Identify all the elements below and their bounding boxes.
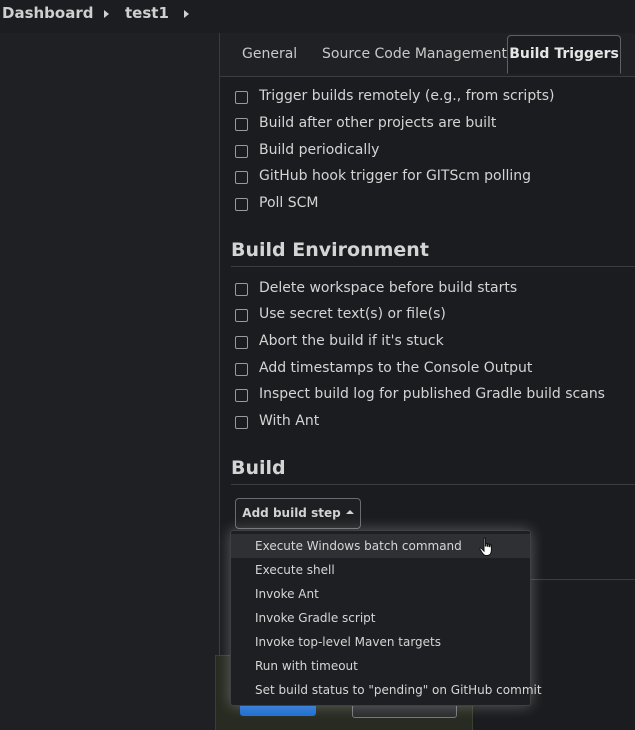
menu-item-invoke-ant[interactable]: Invoke Ant xyxy=(231,582,530,606)
menu-item-invoke-maven[interactable]: Invoke top-level Maven targets xyxy=(231,630,530,654)
option-label: Inspect build log for published Gradle b… xyxy=(259,386,605,402)
checkbox[interactable] xyxy=(235,171,248,184)
option-label: Build after other projects are built xyxy=(259,115,497,131)
option-label: Add timestamps to the Console Output xyxy=(259,360,533,376)
caret-up-icon xyxy=(345,509,354,514)
option-label: GitHub hook trigger for GITScm polling xyxy=(259,168,532,184)
breadcrumb-job-link[interactable]: test1 xyxy=(125,4,169,22)
hand-pointer-icon xyxy=(479,537,492,556)
app-root: Dashboard test1 General Source Code Mana… xyxy=(0,0,635,730)
checkbox[interactable] xyxy=(235,198,248,211)
menu-item-label: Invoke Gradle script xyxy=(255,611,376,625)
menu-item-label: Run with timeout xyxy=(255,659,358,673)
option-label: Abort the build if it's stuck xyxy=(259,333,444,349)
checkbox[interactable] xyxy=(235,118,248,131)
option-label: Build periodically xyxy=(259,142,380,158)
menu-item-execute-shell[interactable]: Execute shell xyxy=(231,558,530,582)
option-label: Trigger builds remotely (e.g., from scri… xyxy=(259,88,555,104)
add-build-step-button[interactable]: Add build step xyxy=(235,498,361,529)
breadcrumb-arrow-icon[interactable] xyxy=(184,10,189,18)
menu-item-label: Set build status to "pending" on GitHub … xyxy=(255,683,542,697)
menu-item-label: Invoke top-level Maven targets xyxy=(255,635,441,649)
breadcrumb-dashboard-link[interactable]: Dashboard xyxy=(2,4,93,22)
checkbox[interactable] xyxy=(235,283,248,296)
checkbox[interactable] xyxy=(235,389,248,402)
breadcrumb: Dashboard test1 xyxy=(0,0,635,33)
config-tabs: General Source Code Management Build Tri… xyxy=(220,33,635,77)
add-build-step-label: Add build step xyxy=(242,506,341,520)
section-divider xyxy=(231,266,635,267)
menu-item-invoke-gradle[interactable]: Invoke Gradle script xyxy=(231,606,530,630)
section-divider xyxy=(231,484,635,485)
checkbox[interactable] xyxy=(235,363,248,376)
sidebar xyxy=(0,33,219,730)
menu-item-label: Execute Windows batch command xyxy=(255,539,462,553)
build-environment-heading: Build Environment xyxy=(231,239,429,261)
menu-item-label: Execute shell xyxy=(255,563,335,577)
menu-item-label: Invoke Ant xyxy=(255,587,319,601)
menu-item-run-with-timeout[interactable]: Run with timeout xyxy=(231,654,530,678)
option-label: Delete workspace before build starts xyxy=(259,280,518,296)
checkbox[interactable] xyxy=(235,91,248,104)
tab-build-triggers[interactable]: Build Triggers xyxy=(507,35,621,74)
build-heading: Build xyxy=(231,457,286,479)
checkbox[interactable] xyxy=(235,145,248,158)
breadcrumb-arrow-icon[interactable] xyxy=(104,10,109,18)
checkbox[interactable] xyxy=(235,416,248,429)
option-label: With Ant xyxy=(259,413,320,429)
tab-general[interactable]: General xyxy=(242,36,297,72)
option-label: Poll SCM xyxy=(259,195,319,211)
option-label: Use secret text(s) or file(s) xyxy=(259,306,446,322)
checkbox[interactable] xyxy=(235,309,248,322)
checkbox[interactable] xyxy=(235,336,248,349)
menu-item-set-github-status[interactable]: Set build status to "pending" on GitHub … xyxy=(231,678,542,702)
tab-source-code-management[interactable]: Source Code Management xyxy=(322,36,507,72)
